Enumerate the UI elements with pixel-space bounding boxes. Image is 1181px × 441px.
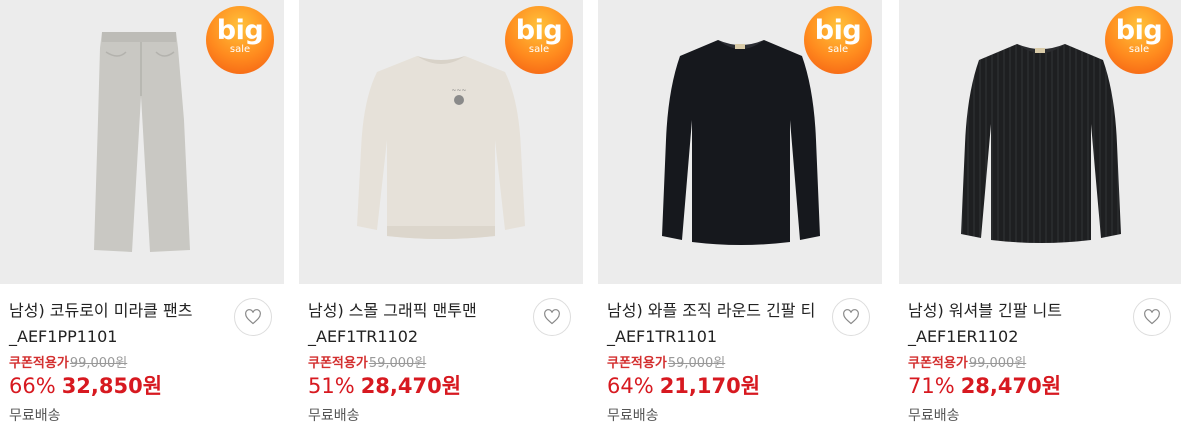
wishlist-button[interactable] — [1133, 298, 1171, 336]
shipping-info: 무료배송 — [9, 408, 61, 424]
sale-price-row: 51% 28,470원 — [308, 373, 583, 399]
product-card[interactable]: big sale 남성) 와플 조직 라운드 긴팔 티_AEF1TR1101 쿠폰… — [598, 0, 882, 441]
big-sale-badge: big sale — [505, 6, 573, 74]
coupon-label: 쿠폰적용가 — [607, 356, 667, 371]
coupon-price-row: 쿠폰적용가59,000원 — [607, 356, 882, 372]
wishlist-button[interactable] — [832, 298, 870, 336]
product-card[interactable]: big sale 남성) 코듀로이 미라클 팬츠 _AEF1PP1101 쿠폰적용… — [0, 0, 284, 441]
coupon-label: 쿠폰적용가 — [308, 356, 368, 371]
big-sale-badge: big sale — [804, 6, 872, 74]
heart-icon — [843, 309, 859, 325]
product-image[interactable]: big sale — [0, 0, 284, 284]
sale-price: 28,470원 — [960, 374, 1062, 398]
discount-rate: 51% — [308, 374, 355, 398]
heart-icon — [544, 309, 560, 325]
coupon-label: 쿠폰적용가 — [908, 356, 968, 371]
heart-icon — [245, 309, 261, 325]
discount-rate: 66% — [9, 374, 56, 398]
sale-price-row: 64% 21,170원 — [607, 373, 882, 399]
original-price: 99,000원 — [69, 356, 128, 371]
product-title[interactable]: 남성) 와플 조직 라운드 긴팔 티_AEF1TR1101 — [607, 298, 817, 350]
product-image[interactable]: ~~~ big sale — [299, 0, 583, 284]
wishlist-button[interactable] — [533, 298, 571, 336]
sale-price: 21,170원 — [659, 374, 761, 398]
discount-rate: 71% — [908, 374, 955, 398]
big-sale-badge: big sale — [1105, 6, 1173, 74]
product-card[interactable]: ~~~ big sale 남성) 스몰 그래픽 맨투맨 _AEF1TR1102 쿠… — [299, 0, 583, 441]
sale-price: 28,470원 — [360, 374, 462, 398]
product-title[interactable]: 남성) 코듀로이 미라클 팬츠 _AEF1PP1101 — [9, 298, 219, 350]
shipping-info: 무료배송 — [308, 408, 360, 424]
coupon-price-row: 쿠폰적용가59,000원 — [308, 356, 583, 372]
sale-price-row: 71% 28,470원 — [908, 373, 1181, 399]
original-price: 59,000원 — [368, 356, 427, 371]
sale-price: 32,850원 — [61, 374, 163, 398]
original-price: 59,000원 — [667, 356, 726, 371]
shipping-info: 무료배송 — [607, 408, 659, 424]
heart-icon — [1144, 309, 1160, 325]
product-image[interactable]: big sale — [899, 0, 1181, 284]
coupon-price-row: 쿠폰적용가99,000원 — [908, 356, 1181, 372]
product-grid: big sale 남성) 코듀로이 미라클 팬츠 _AEF1PP1101 쿠폰적용… — [0, 0, 1181, 441]
product-image[interactable]: big sale — [598, 0, 882, 284]
svg-text:~~~: ~~~ — [451, 87, 466, 94]
shipping-info: 무료배송 — [908, 408, 960, 424]
wishlist-button[interactable] — [234, 298, 272, 336]
big-sale-badge: big sale — [206, 6, 274, 74]
product-title[interactable]: 남성) 스몰 그래픽 맨투맨 _AEF1TR1102 — [308, 298, 518, 350]
coupon-price-row: 쿠폰적용가99,000원 — [9, 356, 284, 372]
discount-rate: 64% — [607, 374, 654, 398]
product-card[interactable]: big sale 남성) 워셔블 긴팔 니트 _AEF1ER1102 쿠폰적용가9… — [899, 0, 1181, 441]
sale-price-row: 66% 32,850원 — [9, 373, 284, 399]
coupon-label: 쿠폰적용가 — [9, 356, 69, 371]
product-title[interactable]: 남성) 워셔블 긴팔 니트 _AEF1ER1102 — [908, 298, 1118, 350]
original-price: 99,000원 — [968, 356, 1027, 371]
